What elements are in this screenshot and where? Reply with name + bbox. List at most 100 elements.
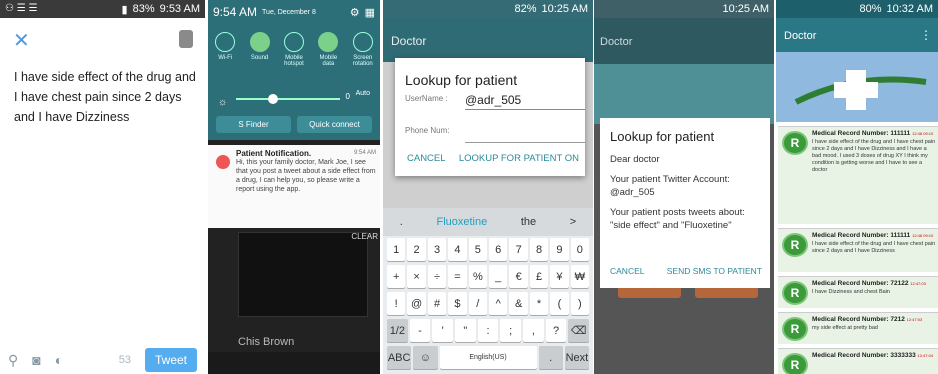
lookup-button[interactable]: LOOKUP FOR PATIENT ON (459, 153, 579, 164)
username-input[interactable]: @adr_505 (465, 93, 585, 110)
status-time: 9:53 AM (159, 3, 200, 15)
clear-button[interactable]: CLEAR (351, 232, 378, 241)
key-row2-3[interactable]: = (448, 265, 467, 288)
slider-knob[interactable] (268, 94, 278, 104)
key-row1-4[interactable]: 5 (468, 238, 488, 261)
key-row2-7[interactable]: £ (529, 265, 549, 288)
close-icon[interactable]: ✕ (13, 28, 30, 53)
send-sms-button[interactable]: SEND SMS TO PATIENT (667, 265, 762, 278)
key-row4-4[interactable]: : (477, 319, 499, 342)
settings-gear-icon[interactable]: ⚙ (350, 6, 360, 19)
record-avatar-icon: R (782, 131, 808, 155)
next-key[interactable]: Next (564, 346, 589, 369)
key-row3-4[interactable]: / (468, 292, 488, 315)
account-icon[interactable] (179, 30, 193, 48)
char-count: 53 (118, 354, 131, 366)
key-row4-6[interactable]: , (523, 319, 544, 342)
suggestion-next[interactable]: > (570, 216, 576, 228)
gif-icon[interactable]: ◐ (55, 352, 63, 368)
location-icon[interactable]: ⚲ (8, 352, 18, 369)
username-field: UserName : @adr_505 (405, 93, 585, 120)
key-row4-2[interactable]: ' (432, 319, 454, 342)
media-artwork (238, 232, 368, 317)
key-row3-9[interactable]: ) (570, 292, 590, 315)
record-item[interactable]: R Medical Record Number: 111111 12:48 09:… (778, 228, 938, 272)
record-title: Medical Record Number: 72122 (812, 280, 909, 287)
key-row1-3[interactable]: 4 (448, 238, 467, 261)
key-row2-1[interactable]: × (407, 265, 426, 288)
toggle-hotspot[interactable]: Mobile hotspot (279, 32, 309, 67)
key-row2-5[interactable]: _ (489, 265, 508, 288)
key-row3-6[interactable]: & (509, 292, 528, 315)
record-title: Medical Record Number: 3333333 (812, 352, 916, 359)
lookup-input-screen: 82% 10:25 AM Doctor Lookup for patient U… (383, 0, 593, 374)
key-row1-7[interactable]: 8 (529, 238, 549, 261)
toggle-wifi[interactable]: Wi-Fi (210, 32, 240, 67)
overflow-menu-icon[interactable]: ⋮ (920, 28, 932, 42)
key-row2-0[interactable]: + (387, 265, 406, 288)
tweet-button[interactable]: Tweet (144, 348, 197, 372)
cancel-button[interactable]: CANCEL (407, 153, 446, 164)
brightness-slider[interactable]: ☼ 0 Auto (218, 90, 370, 108)
key-row2-8[interactable]: ¥ (550, 265, 569, 288)
battery-label: 83% (132, 3, 155, 15)
key-row2-9[interactable]: ₩ (570, 265, 590, 288)
record-avatar-icon: R (782, 281, 808, 305)
camera-icon[interactable]: ◙ (32, 352, 40, 368)
key-row4-3[interactable]: " (455, 319, 476, 342)
phone-label: Phone Num: (405, 126, 450, 135)
key-row3-3[interactable]: $ (448, 292, 467, 315)
key-row2-2[interactable]: ÷ (427, 265, 447, 288)
key-row1-8[interactable]: 9 (550, 238, 569, 261)
phone-input[interactable] (465, 142, 585, 143)
key-row4-5[interactable]: ; (500, 319, 522, 342)
key-row3-0[interactable]: ! (387, 292, 406, 315)
key-period[interactable]: . (538, 346, 563, 369)
auto-checkbox[interactable]: Auto (356, 90, 370, 97)
record-item[interactable]: R Medical Record Number: 72122 12:47:03 I … (778, 276, 938, 308)
suggestion-2[interactable]: Fluoxetine (436, 216, 487, 228)
key-row4-7[interactable]: ? (545, 319, 567, 342)
patient-notification[interactable]: Patient Notification. 9:54 AM Hi, this y… (208, 145, 380, 228)
key-row1-0[interactable]: 1 (387, 238, 406, 261)
cancel-button[interactable]: CANCEL (610, 265, 644, 278)
key-row3-1[interactable]: @ (407, 292, 426, 315)
key-row1-2[interactable]: 3 (427, 238, 447, 261)
key-row2-6[interactable]: € (509, 265, 528, 288)
s-finder-button[interactable]: S Finder (216, 116, 291, 133)
key-row3-5[interactable]: ^ (489, 292, 508, 315)
toggle-sound[interactable]: Sound (245, 32, 275, 67)
key-row1-6[interactable]: 7 (509, 238, 528, 261)
key-row3-2[interactable]: # (427, 292, 447, 315)
key-abc[interactable]: ABC (387, 346, 412, 369)
quick-connect-button[interactable]: Quick connect (297, 116, 372, 133)
key-row3-7[interactable]: * (529, 292, 549, 315)
logo-banner (776, 52, 938, 122)
lookup-result-screen: 10:25 AM Doctor Lookup for patient Dear … (594, 0, 774, 374)
status-bar: 82% 10:25 AM (383, 0, 593, 18)
record-item[interactable]: R Medical Record Number: 7212 12:47:03 my … (778, 312, 938, 344)
key-row1-5[interactable]: 6 (489, 238, 508, 261)
key-row4-8[interactable]: ⌫ (568, 319, 590, 342)
key-row4-1[interactable]: - (409, 319, 431, 342)
key-row1-9[interactable]: 0 (570, 238, 590, 261)
suggestion-3[interactable]: the (521, 216, 536, 228)
key-row2-4[interactable]: % (468, 265, 488, 288)
grid-icon[interactable]: ▦ (365, 6, 375, 19)
record-body: I have side effect of the drug and I hav… (812, 241, 936, 254)
toggle-mobile-data[interactable]: Mobile data (313, 32, 343, 67)
record-avatar-icon: R (782, 317, 808, 341)
space-key[interactable]: English(US) (439, 346, 537, 369)
tweet-text-input[interactable]: I have side effect of the drug and I hav… (14, 67, 197, 127)
toggle-rotation[interactable]: Screen rotation (348, 32, 378, 67)
emoji-key[interactable]: ☺ (413, 346, 438, 369)
brightness-value: 0 (345, 92, 350, 101)
result-dialog: Lookup for patient Dear doctor Your pati… (600, 118, 770, 288)
key-row4-0[interactable]: 1/2 (387, 319, 408, 342)
suggestion-1[interactable]: . (400, 216, 403, 228)
record-item[interactable]: R Medical Record Number: 111111 12:48 09:… (778, 126, 938, 224)
key-row3-8[interactable]: ( (550, 292, 569, 315)
battery-label: 82% (514, 3, 537, 15)
record-item[interactable]: R Medical Record Number: 3333333 12:47:04 (778, 348, 938, 374)
key-row1-1[interactable]: 2 (407, 238, 426, 261)
